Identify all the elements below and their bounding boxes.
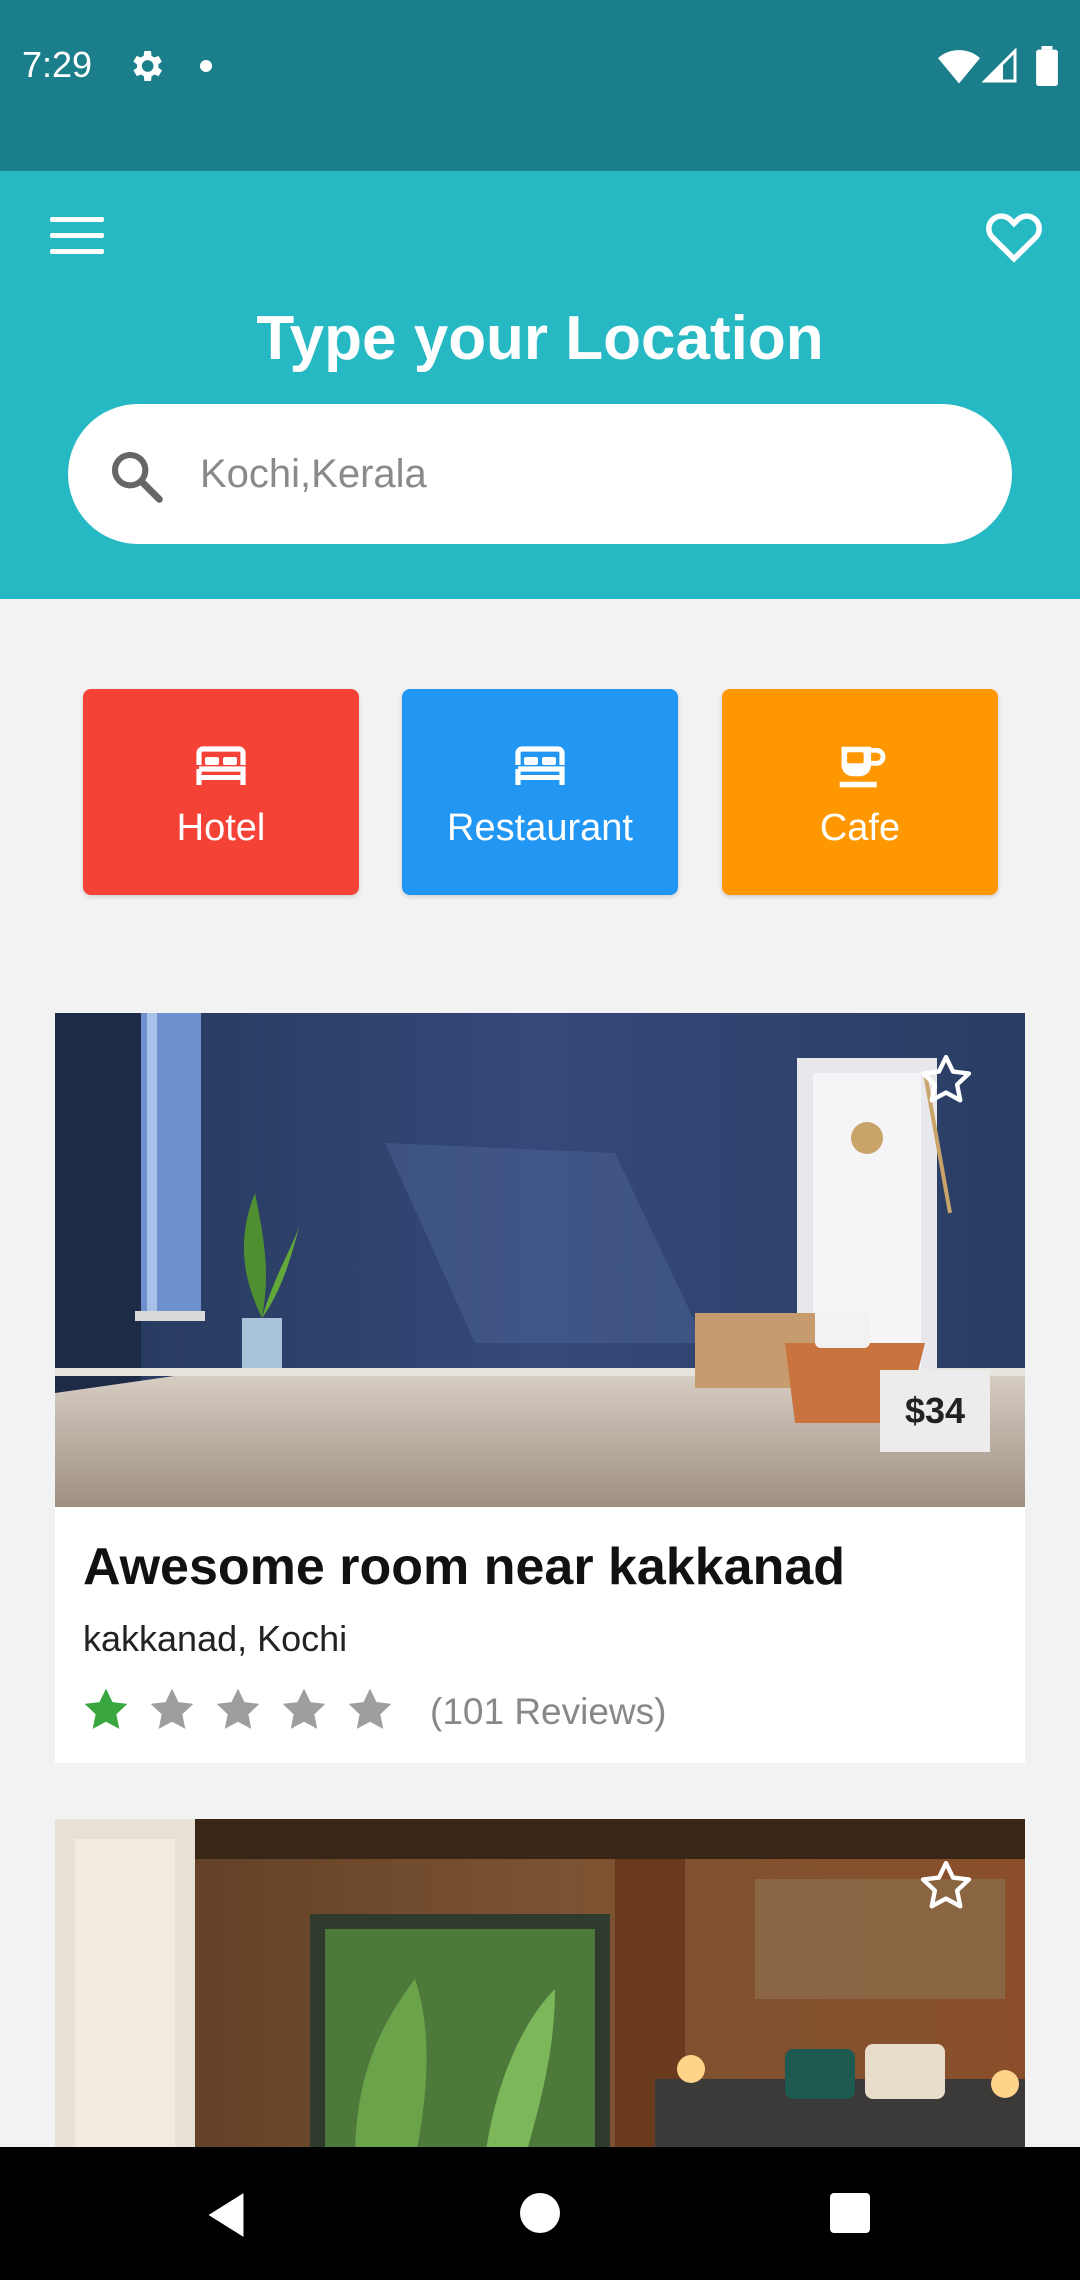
menu-button[interactable]: [50, 217, 104, 259]
price-badge: $34: [880, 1370, 990, 1452]
location-search-box[interactable]: [68, 404, 1012, 544]
star-empty-icon: [348, 1688, 392, 1729]
search-icon: [111, 451, 163, 503]
category-label: Hotel: [176, 807, 266, 849]
settings-gear-icon: [133, 51, 162, 81]
home-icon[interactable]: [520, 2193, 560, 2233]
star-empty-icon: [282, 1688, 326, 1729]
favorite-star-button[interactable]: [917, 1051, 975, 1109]
notification-dot-icon: [200, 60, 212, 72]
status-time: 7:29: [22, 44, 93, 85]
bed-icon: [515, 746, 565, 785]
recent-apps-icon[interactable]: [830, 2193, 870, 2233]
hamburger-menu-icon: [50, 249, 104, 254]
hamburger-menu-icon: [50, 217, 104, 222]
wifi-icon: [938, 50, 980, 84]
listing-card[interactable]: $34 Awesome room near kakkanad kakkanad,…: [55, 1013, 1025, 1763]
status-bar: 7:29: [0, 0, 1080, 171]
star-empty-icon: [150, 1688, 194, 1729]
battery-icon: [1036, 46, 1058, 86]
location-search-input[interactable]: [200, 434, 960, 514]
review-count: (101 Reviews): [430, 1691, 667, 1732]
listing-title: Awesome room near kakkanad: [83, 1538, 846, 1596]
category-label: Restaurant: [447, 807, 633, 849]
category-restaurant-button[interactable]: Restaurant: [402, 689, 678, 895]
hamburger-menu-icon: [50, 233, 104, 238]
system-navigation-bar: [0, 2147, 1080, 2280]
header: Type your Location: [0, 171, 1080, 599]
cell-signal-icon: [982, 48, 1017, 83]
listing-photo-bedroom: [55, 1819, 1025, 2159]
category-label: Cafe: [819, 807, 901, 849]
bed-icon: [196, 746, 246, 785]
favorite-star-button[interactable]: [917, 1857, 975, 1915]
star-empty-icon: [216, 1688, 260, 1729]
category-hotel-button[interactable]: Hotel: [83, 689, 359, 895]
star-filled-icon: [84, 1688, 128, 1729]
coffee-cup-icon: [839, 746, 886, 788]
listing-location: kakkanad, Kochi: [83, 1618, 348, 1659]
page-title: Type your Location: [256, 304, 824, 373]
favorites-heart-button[interactable]: [984, 207, 1044, 263]
category-cafe-button[interactable]: Cafe: [722, 689, 998, 895]
listing-card[interactable]: [55, 1819, 1025, 2159]
back-icon[interactable]: [204, 2191, 248, 2239]
